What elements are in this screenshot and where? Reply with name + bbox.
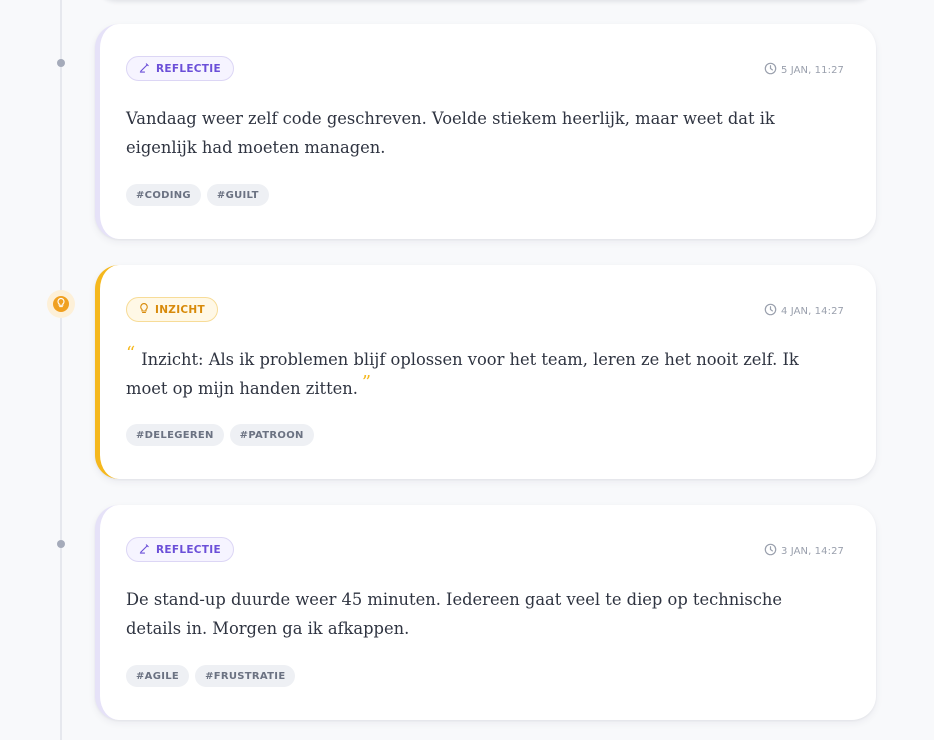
lightbulb-icon	[56, 295, 66, 313]
timestamp-text: 5 JAN, 11:27	[780, 64, 844, 76]
timeline-dot	[57, 540, 65, 548]
timestamp-text: 3 JAN, 14:27	[780, 545, 844, 557]
clock-icon	[764, 303, 777, 319]
entry-quote: “Inzicht: Als ik problemen blijf oplosse…	[126, 343, 836, 403]
tag-list: #AGILE #FRUSTRATIE	[126, 665, 296, 687]
entry-timestamp: 4 JAN, 14:27	[764, 303, 844, 319]
entry-text: Inzicht: Als ik problemen blijf oplossen…	[126, 350, 799, 398]
entry-type-badge: REFLECTIE	[126, 537, 234, 562]
insight-marker	[47, 290, 75, 318]
quote-close-mark: ”	[361, 372, 372, 393]
tag-list: #CODING #GUILT	[126, 184, 269, 206]
tag-chip[interactable]: #CODING	[126, 184, 201, 206]
entry-timestamp: 5 JAN, 11:27	[764, 62, 844, 78]
entry-card[interactable]: REFLECTIE 5 JAN, 11:27 Vandaag weer zelf…	[95, 24, 876, 239]
tag-list: #DELEGEREN #PATROON	[126, 424, 314, 446]
entry-type-label: REFLECTIE	[156, 62, 221, 75]
timeline-line	[60, 0, 62, 740]
pen-icon	[139, 543, 150, 557]
entry-timestamp: 3 JAN, 14:27	[764, 543, 844, 559]
clock-icon	[764, 62, 777, 78]
entry-type-label: INZICHT	[155, 303, 205, 316]
entry-text: Vandaag weer zelf code geschreven. Voeld…	[126, 109, 775, 157]
timestamp-text: 4 JAN, 14:27	[780, 305, 844, 317]
entry-text: De stand-up duurde weer 45 minuten. Iede…	[126, 590, 782, 638]
entry-card[interactable]: REFLECTIE 3 JAN, 14:27 De stand-up duurd…	[95, 505, 876, 720]
quote-open-mark: “	[126, 343, 136, 364]
tag-chip[interactable]: #GUILT	[206, 184, 269, 206]
tag-chip[interactable]: #AGILE	[126, 665, 190, 687]
tag-chip[interactable]: #PATROON	[229, 424, 314, 446]
entry-type-badge: REFLECTIE	[126, 56, 234, 81]
entry-type-badge: INZICHT	[126, 297, 218, 322]
entry-card[interactable]: INZICHT 4 JAN, 14:27 “Inzicht: Als ik pr…	[95, 265, 876, 479]
tag-chip[interactable]: #DELEGEREN	[126, 424, 224, 446]
entry-type-label: REFLECTIE	[156, 543, 221, 556]
pen-icon	[139, 62, 150, 76]
timeline-dot	[57, 59, 65, 67]
lightbulb-icon	[139, 302, 149, 317]
tag-chip[interactable]: #FRUSTRATIE	[195, 665, 296, 687]
clock-icon	[764, 543, 777, 559]
